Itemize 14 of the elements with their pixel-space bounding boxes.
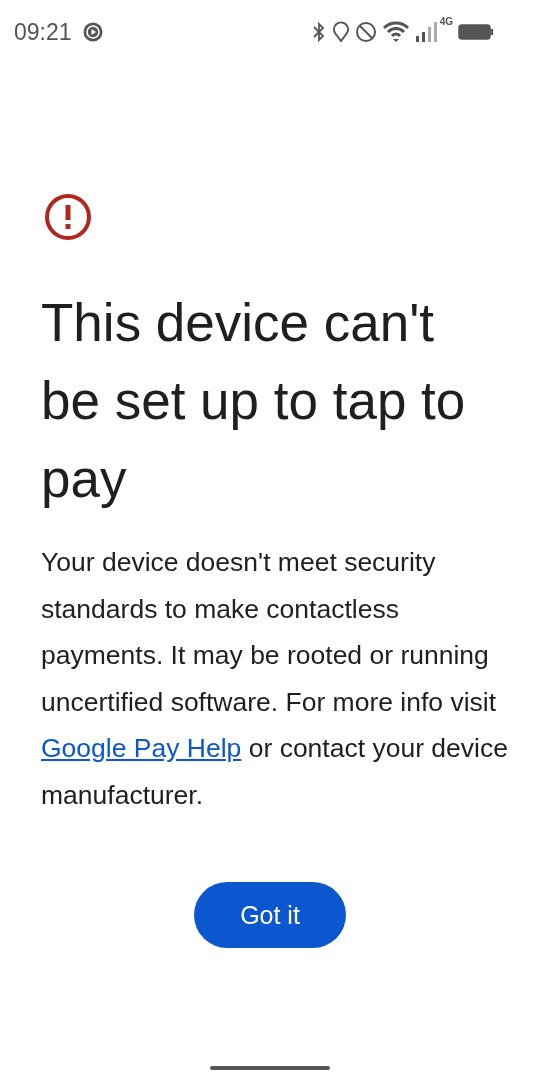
- message-text: Your device doesn't meet security standards to make contactless payments. It may be rooted or running uncertified software. For more info visit Google Pay Help or contact your device manufacturer.: [41, 546, 509, 812]
- bluetooth-icon: [310, 21, 327, 43]
- got-it-button[interactable]: Got it: [194, 882, 346, 948]
- do-not-disturb-icon: [354, 21, 377, 43]
- location-icon: [331, 21, 350, 43]
- clock: 09:21: [14, 18, 72, 46]
- battery-icon: [458, 22, 494, 42]
- signal-icon: [414, 21, 439, 43]
- wifi-icon: [381, 21, 410, 43]
- error-icon: [43, 192, 93, 242]
- help-link[interactable]: Google Pay Help: [41, 733, 242, 763]
- network-type: 4G: [439, 16, 453, 27]
- dialog-title: This device can't be set up to tap to pay: [41, 292, 467, 510]
- media-play-icon: [82, 22, 103, 42]
